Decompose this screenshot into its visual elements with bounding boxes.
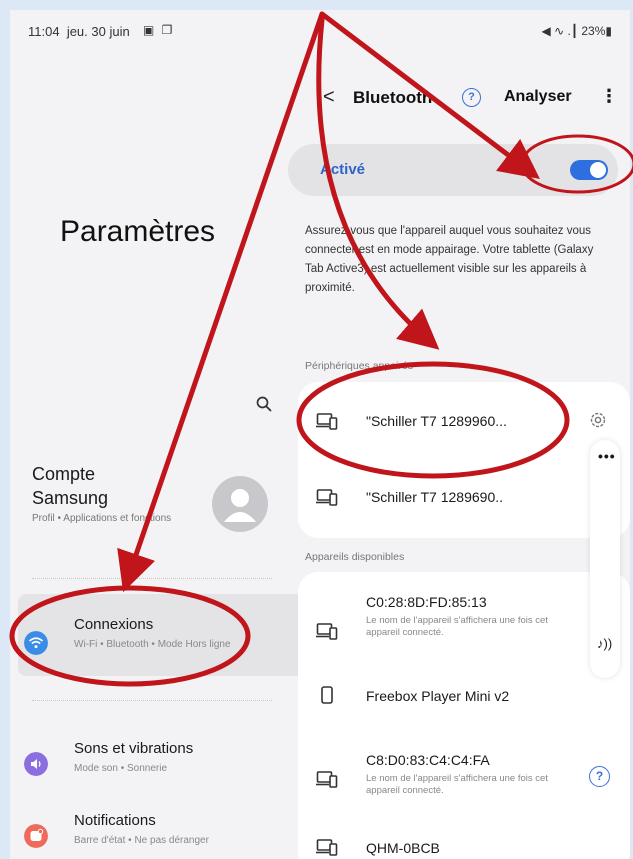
sidebar-item-notifications[interactable]: Notifications Barre d'état • Ne pas déra…	[10, 800, 308, 859]
notification-icon	[24, 824, 48, 848]
help-icon[interactable]: ?	[462, 88, 481, 107]
device-info-help-icon[interactable]: ?	[589, 766, 610, 787]
device-note: Le nom de l'appareil s'affichera une foi…	[366, 615, 548, 638]
device-name: "Schiller T7 1289690..	[366, 489, 504, 505]
device-note: Le nom de l'appareil s'affichera une foi…	[366, 773, 548, 796]
scan-button[interactable]: Analyser	[504, 88, 572, 106]
back-button[interactable]: <	[323, 86, 335, 109]
search-icon[interactable]	[256, 396, 272, 412]
toggle-label: Activé	[320, 161, 366, 178]
bluetooth-title: Bluetooth	[353, 88, 433, 107]
device-phone-icon	[321, 686, 333, 704]
toggle-knob	[590, 162, 606, 178]
device-laptop-icon	[316, 489, 338, 506]
sidebar-item-label: Sons et vibrations	[74, 740, 194, 757]
screen: 11:04 jeu. 30 juin ▣ ❐ ◀ ∿ .┃ 23%▮ Param…	[10, 10, 630, 859]
paired-devices-card: "Schiller T7 1289960... "Schiller T7 128…	[298, 382, 630, 538]
device-name: "Schiller T7 1289960...	[366, 413, 507, 429]
available-devices-card: C0:28:8D:FD:85:13 Le nom de l'appareil s…	[298, 572, 630, 859]
account-title[interactable]: Compte Samsung	[32, 462, 172, 510]
page-title: Paramètres	[60, 215, 216, 248]
sidebar-item-label: Notifications	[74, 812, 156, 829]
device-name: C0:28:8D:FD:85:13	[366, 594, 487, 610]
bluetooth-toggle-card[interactable]: Activé	[288, 144, 618, 196]
account-subtitle: Profil • Applications et fonctions	[32, 513, 172, 524]
bluetooth-toggle-switch[interactable]	[570, 160, 608, 180]
bluetooth-info-text: Assurez-vous que l'appareil auquel vous …	[305, 225, 594, 294]
gear-icon[interactable]	[588, 410, 608, 430]
edge-panel-more-icon[interactable]: •••	[598, 448, 616, 464]
divider	[32, 578, 272, 579]
sidebar-item-subtitle: Mode son • Sonnerie	[74, 763, 168, 774]
status-bar: 11:04 jeu. 30 juin ▣ ❐ ◀ ∿ .┃ 23%▮	[10, 10, 630, 54]
device-laptop-icon	[316, 413, 338, 430]
sidebar-item-subtitle: Barre d'état • Ne pas déranger	[74, 835, 209, 846]
sidebar-item-sons-et-vibrations[interactable]: Sons et vibrations Mode son • Sonnerie	[10, 724, 308, 806]
available-section-label: Appareils disponibles	[305, 551, 405, 563]
audio-device-icon[interactable]: ♪))	[597, 636, 612, 651]
device-laptop-icon	[316, 623, 338, 640]
available-device-row[interactable]: QHM-0BCB	[298, 820, 598, 859]
available-device-row[interactable]: C8:D0:83:C4:C4:FA Le nom de l'appareil s…	[298, 728, 598, 820]
sidebar-item-subtitle: Wi-Fi • Bluetooth • Mode Hors ligne	[74, 639, 231, 650]
available-device-row[interactable]: C0:28:8D:FD:85:13 Le nom de l'appareil s…	[298, 572, 598, 668]
sound-icon	[24, 752, 48, 776]
status-notification-icons: ▣ ❐	[143, 23, 175, 37]
sidebar-item-label: Connexions	[74, 616, 154, 633]
device-name: C8:D0:83:C4:C4:FA	[366, 752, 490, 768]
avatar-person-icon	[224, 489, 256, 522]
device-name: QHM-0BCB	[366, 840, 440, 856]
more-options-button[interactable]: ⋮	[600, 86, 618, 107]
divider	[32, 700, 272, 701]
sidebar-item-connexions[interactable]: Connexions Wi-Fi • Bluetooth • Mode Hors…	[18, 594, 306, 676]
paired-device-row[interactable]: "Schiller T7 1289960...	[298, 382, 598, 460]
bluetooth-header: < Bluetooth ? Analyser ⋮	[315, 80, 630, 120]
status-time: 11:04 jeu. 30 juin	[28, 24, 130, 39]
available-device-row[interactable]: Freebox Player Mini v2	[298, 668, 598, 728]
device-laptop-icon	[316, 771, 338, 788]
device-name: Freebox Player Mini v2	[366, 688, 510, 704]
device-laptop-icon	[316, 839, 338, 856]
wifi-icon	[24, 631, 48, 655]
avatar[interactable]	[212, 476, 268, 532]
paired-section-label: Périphériques appairés	[305, 360, 413, 372]
status-battery-signal: ◀ ∿ .┃ 23%▮	[541, 24, 612, 38]
edge-panel[interactable]: ••• ♪))	[590, 440, 620, 678]
paired-device-row[interactable]: "Schiller T7 1289690..	[298, 460, 598, 538]
